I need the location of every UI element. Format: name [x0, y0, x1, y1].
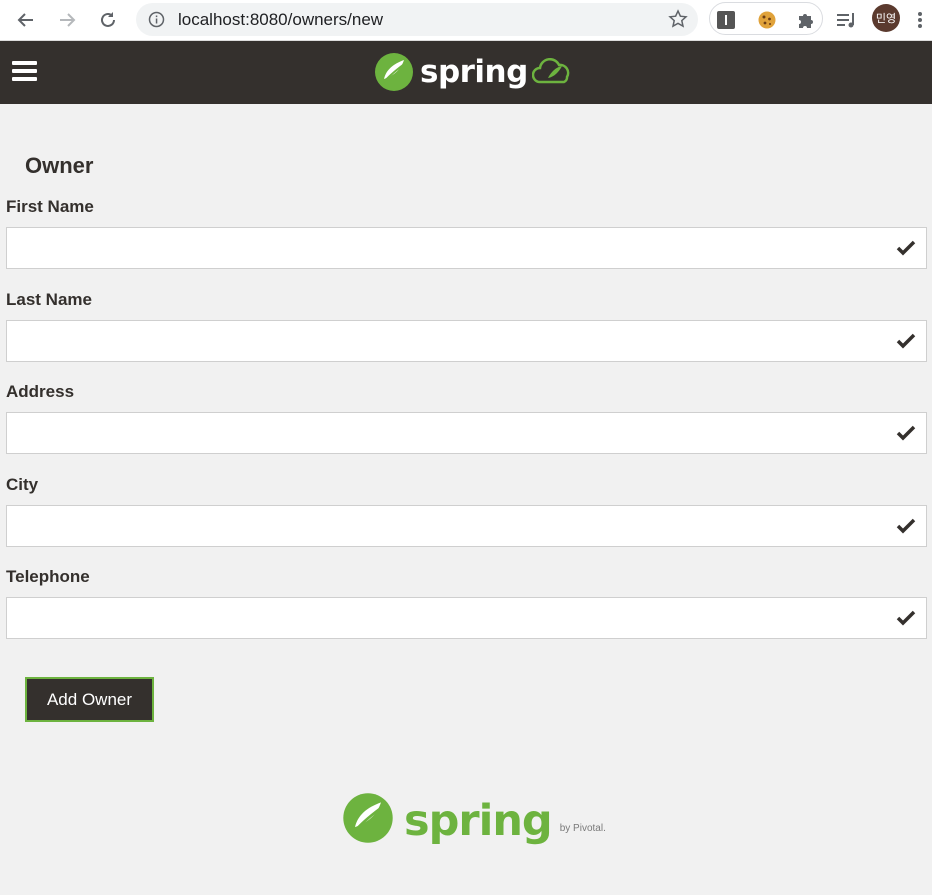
telephone-field[interactable] [6, 597, 927, 639]
first-name-label: First Name [6, 197, 94, 216]
address-label: Address [6, 382, 75, 401]
extension-reader[interactable] [715, 9, 737, 31]
cookie-icon [758, 11, 776, 29]
app-navbar: spring [0, 41, 932, 104]
address-field[interactable] [6, 412, 927, 454]
star-icon[interactable] [668, 9, 688, 29]
check-icon [896, 425, 916, 441]
address-input[interactable] [7, 413, 907, 453]
check-icon [896, 240, 916, 256]
reload-icon [101, 12, 115, 27]
spring-leaf-icon [375, 53, 413, 91]
arrow-left-icon [17, 13, 33, 27]
browser-toolbar: localhost:8080/owners/new 민영 [0, 0, 932, 41]
city-input[interactable] [7, 506, 907, 546]
extensions-menu[interactable] [795, 9, 817, 31]
footer-by-pivotal: by Pivotal. [559, 823, 606, 834]
info-icon[interactable] [148, 11, 165, 28]
check-icon [896, 518, 916, 534]
spring-cloud-icon [531, 58, 570, 84]
url-text: localhost:8080/owners/new [178, 10, 384, 29]
hamburger-menu-icon[interactable] [12, 61, 37, 82]
first-name-field[interactable] [6, 227, 927, 269]
address-bar[interactable]: localhost:8080/owners/new [136, 3, 698, 36]
add-owner-button[interactable]: Add Owner [25, 677, 154, 722]
last-name-input[interactable] [7, 321, 907, 361]
media-controls-button[interactable] [833, 6, 861, 34]
check-icon [896, 610, 916, 626]
last-name-field[interactable] [6, 320, 927, 362]
footer-brand-logo: spring by Pivotal. [342, 790, 606, 844]
footer-brand-text: spring [404, 796, 553, 846]
spring-leaf-icon [343, 793, 393, 843]
city-label: City [6, 475, 39, 494]
reload-button[interactable] [94, 6, 122, 34]
forward-button[interactable] [53, 6, 81, 34]
extensions-group [709, 2, 823, 35]
last-name-label: Last Name [6, 290, 92, 309]
profile-avatar[interactable]: 민영 [872, 4, 900, 32]
telephone-label: Telephone [6, 567, 90, 586]
page-title: Owner [25, 153, 94, 178]
puzzle-icon [799, 14, 813, 28]
reader-extension-icon [717, 11, 735, 29]
check-icon [896, 333, 916, 349]
kebab-menu-icon [918, 12, 922, 28]
extension-cookie[interactable] [756, 9, 778, 31]
navbar-brand-text: spring [420, 54, 528, 90]
navbar-brand-logo[interactable]: spring [374, 51, 574, 93]
city-field[interactable] [6, 505, 927, 547]
telephone-input[interactable] [7, 598, 907, 638]
first-name-input[interactable] [7, 228, 907, 268]
arrow-right-icon [60, 13, 76, 27]
browser-menu-button[interactable] [912, 6, 928, 34]
playlist-icon [837, 13, 854, 28]
back-button[interactable] [12, 6, 40, 34]
